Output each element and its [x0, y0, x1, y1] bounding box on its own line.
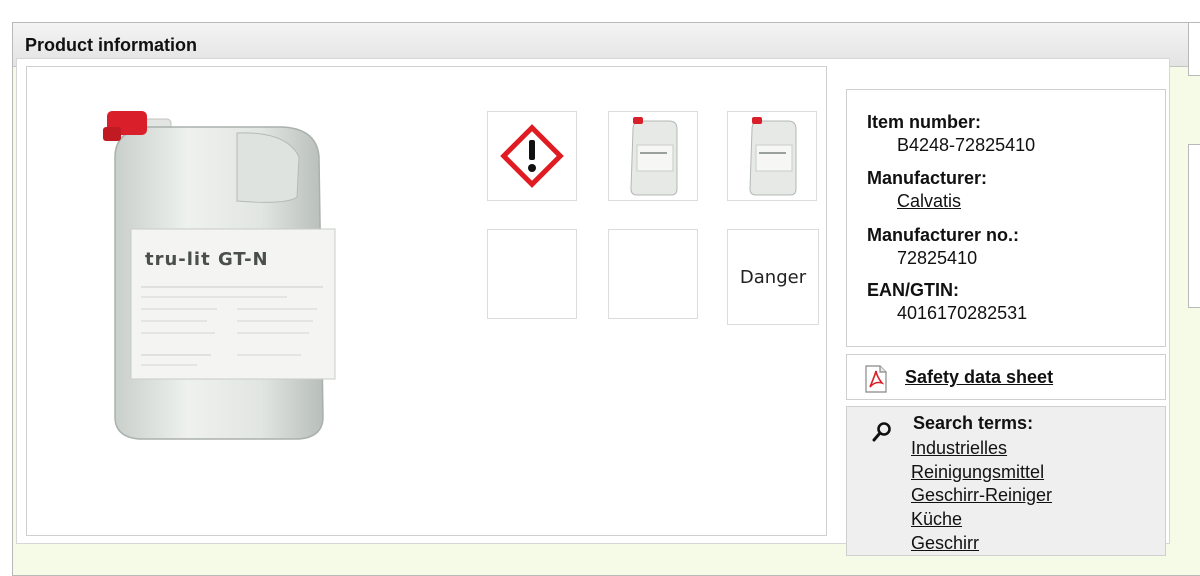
product-thumbnail-1[interactable]	[608, 111, 698, 201]
side-panel-fragment-top	[1188, 22, 1200, 76]
pdf-icon[interactable]	[863, 365, 889, 393]
empty-thumbnail-2	[608, 229, 698, 319]
product-details: Item number: B4248-72825410 Manufacturer…	[846, 89, 1166, 347]
item-number-value: B4248-72825410	[897, 135, 1036, 155]
safety-data-sheet-box: Safety data sheet	[846, 354, 1166, 400]
search-term-link[interactable]: Industrielles	[911, 438, 1007, 459]
search-term-link[interactable]: Küche	[911, 509, 962, 530]
item-number-label: Item number:	[867, 112, 982, 132]
search-term-link[interactable]: Geschirr	[911, 533, 979, 554]
panel-title: Product information	[25, 35, 197, 55]
signal-word-box: Danger	[727, 229, 819, 325]
search-term-link[interactable]: Reinigungsmittel	[911, 462, 1044, 483]
exclamation-mark-hazard-icon	[500, 124, 564, 188]
main-product-image[interactable]: tru-lit GT-N	[87, 97, 359, 447]
ean-value: 4016170282531	[897, 303, 1028, 323]
manufacturer-no-value: 72825410	[897, 248, 978, 268]
search-terms-label: Search terms:	[913, 413, 1034, 433]
ean-label: EAN/GTIN:	[867, 280, 959, 300]
search-term-link[interactable]: Geschirr-Reiniger	[911, 485, 1052, 506]
search-terms-box: Search terms: Industrielles Reinigungsmi…	[846, 406, 1166, 556]
signal-word: Danger	[739, 266, 807, 288]
safety-data-sheet-link[interactable]: Safety data sheet	[905, 367, 1053, 388]
manufacturer-no-label: Manufacturer no.:	[867, 225, 1020, 245]
hazard-pictogram-thumb[interactable]	[487, 111, 577, 201]
product-gallery: tru-lit GT-N Danger	[26, 66, 827, 536]
product-thumbnail-2[interactable]	[727, 111, 817, 201]
manufacturer-link[interactable]: Calvatis	[897, 191, 961, 212]
search-icon	[872, 422, 891, 442]
side-panel-fragment-middle	[1188, 144, 1200, 308]
empty-thumbnail-1	[487, 229, 577, 319]
manufacturer-label: Manufacturer:	[867, 168, 988, 188]
product-label-brand: tru-lit GT-N	[145, 249, 269, 270]
